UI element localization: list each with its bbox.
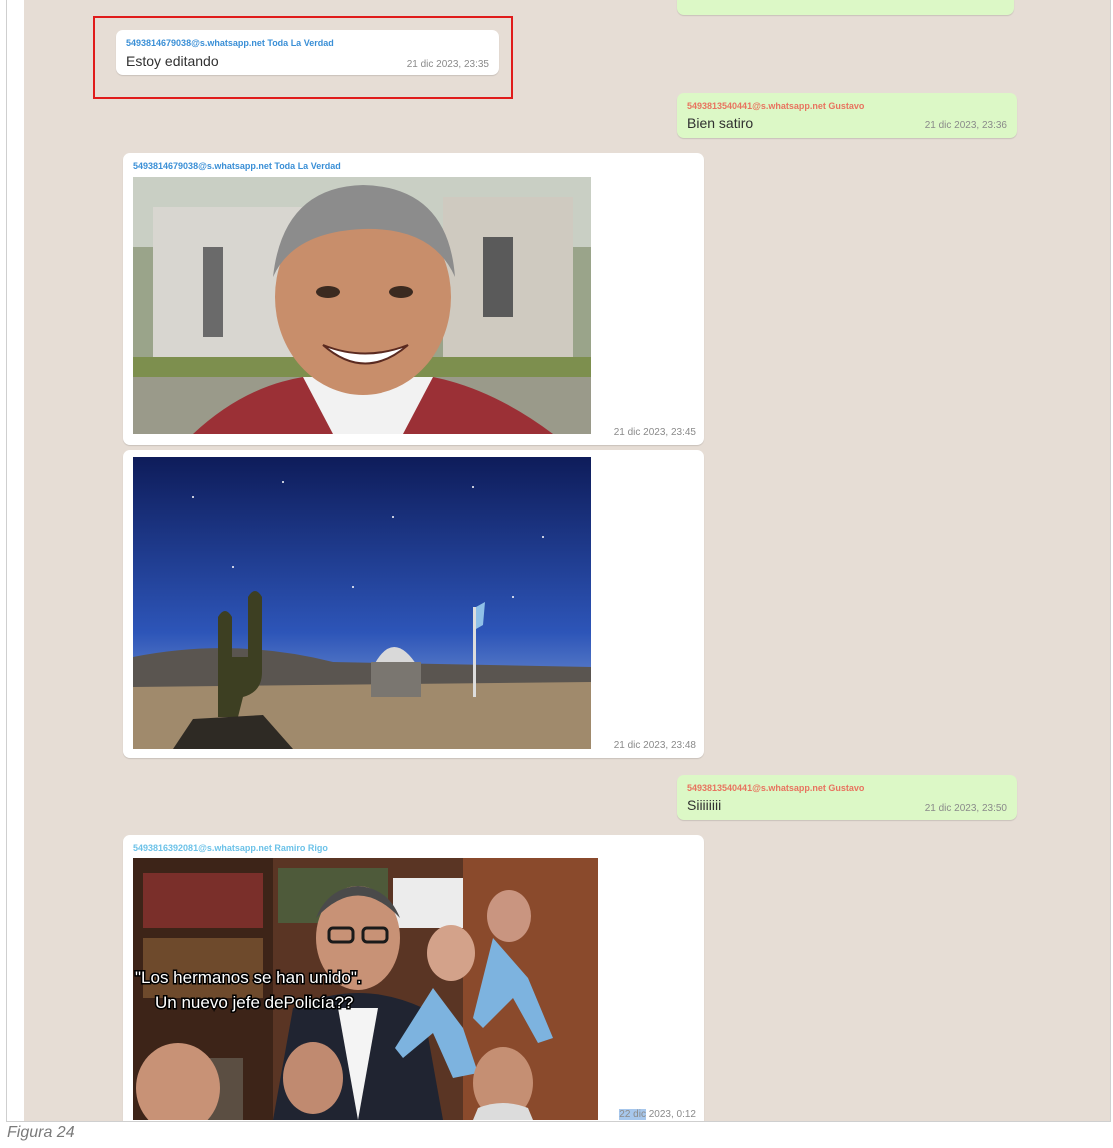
message-bubble: 5493813540441@s.whatsapp.net Gustavo Sii…	[677, 775, 1017, 820]
image-message-bubble: 5493816392081@s.whatsapp.net Ramiro Rigo	[123, 835, 704, 1121]
message-timestamp: 21 dic 2023, 23:48	[613, 740, 696, 751]
night-sky-photo[interactable]	[133, 457, 591, 749]
image-message-bubble: 21 dic 2023, 23:48	[123, 450, 704, 758]
message-timestamp: 21 dic 2023, 23:36	[924, 120, 1007, 131]
message-text: Siiiiiiii	[687, 797, 722, 813]
portrait-photo[interactable]	[133, 177, 591, 434]
image-message-bubble: 5493814679038@s.whatsapp.net Toda La Ver…	[123, 153, 704, 445]
partial-message-bubble	[677, 0, 1014, 15]
message-text: Bien satiro	[687, 115, 754, 131]
meme-text-line-2: Un nuevo jefe dePolicía??	[155, 993, 353, 1012]
figure-caption: Figura 24	[7, 1124, 75, 1141]
message-timestamp: 21 dic 2023, 23:50	[924, 803, 1007, 814]
chat-background: 5493814679038@s.whatsapp.net Toda La Ver…	[24, 0, 1110, 1121]
meme-image[interactable]: "Los hermanos se han unido". Un nuevo je…	[133, 858, 598, 1120]
message-bubble: 5493813540441@s.whatsapp.net Gustavo Bie…	[677, 93, 1017, 138]
selected-date-text: 22 dic	[619, 1109, 646, 1120]
sender-label: 5493813540441@s.whatsapp.net Gustavo	[687, 101, 865, 111]
sender-label: 5493816392081@s.whatsapp.net Ramiro Rigo	[133, 843, 328, 853]
meme-text-line-1: "Los hermanos se han unido".	[135, 968, 362, 987]
sender-label: 5493813540441@s.whatsapp.net Gustavo	[687, 783, 865, 793]
message-timestamp: 22 dic 2023, 0:12	[619, 1109, 696, 1120]
document-frame: 5493814679038@s.whatsapp.net Toda La Ver…	[6, 0, 1111, 1122]
timestamp-rest: 2023, 0:12	[645, 1109, 696, 1120]
sender-label: 5493814679038@s.whatsapp.net Toda La Ver…	[133, 161, 341, 171]
annotation-highlight-box	[93, 16, 513, 99]
message-timestamp: 21 dic 2023, 23:45	[613, 427, 696, 438]
